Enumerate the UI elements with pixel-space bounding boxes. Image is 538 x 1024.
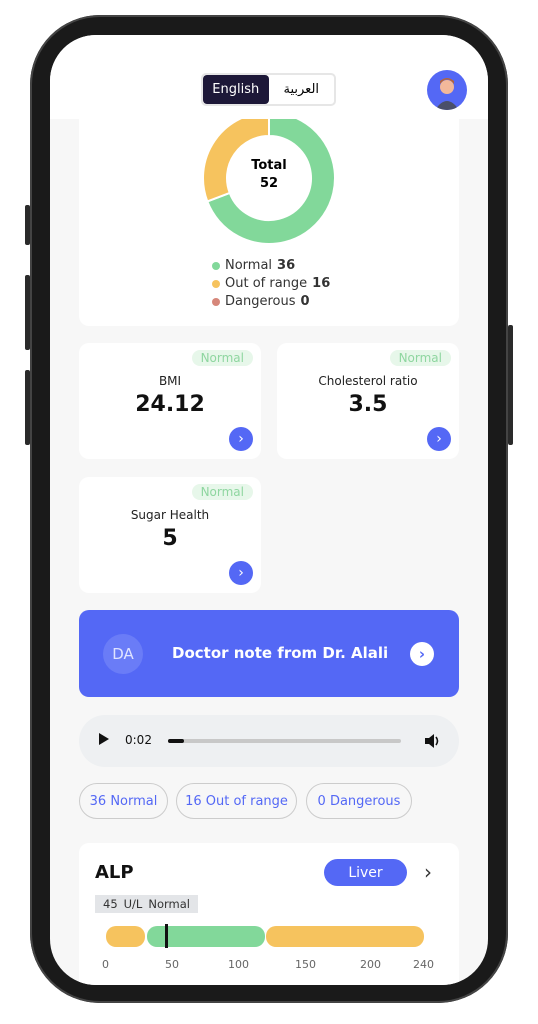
legend-value: 36 [277, 258, 296, 273]
range-low-segment [106, 926, 145, 947]
phone-button [25, 370, 30, 445]
phone-button [25, 275, 30, 350]
test-unit: U/L [123, 897, 143, 911]
filter-label: Dangerous [329, 793, 401, 809]
legend-label: Dangerous [225, 294, 296, 309]
lang-english-button[interactable]: English [203, 75, 269, 104]
legend-dot [212, 297, 220, 306]
metric-label: Sugar Health [130, 508, 210, 522]
audio-player: 0:02 [79, 715, 459, 767]
filter-normal[interactable]: 36 Normal [79, 783, 168, 819]
test-name: ALP [95, 862, 134, 883]
status-badge: Normal [191, 484, 253, 500]
chevron-right-icon[interactable]: › [424, 860, 432, 884]
filter-out-of-range[interactable]: 16 Out of range [176, 783, 297, 819]
avatar[interactable] [427, 70, 467, 110]
legend-value: 0 [300, 294, 310, 309]
metric-label: BMI [158, 374, 182, 388]
filter-dangerous[interactable]: 0 Dangerous [306, 783, 412, 819]
test-value: 45 [103, 897, 118, 911]
tick-label: 50 [165, 958, 179, 971]
lang-arabic-button[interactable]: العربية [269, 75, 335, 104]
test-value-badge: 45 U/L Normal [95, 895, 198, 913]
audio-progress-fill [168, 739, 185, 743]
tick-label: 0 [102, 958, 109, 971]
tick-label: 240 [413, 958, 434, 971]
header: English العربية [50, 35, 488, 119]
chevron-right-icon[interactable]: › [427, 427, 451, 451]
tick-label: 200 [360, 958, 381, 971]
filter-label: Normal [110, 793, 158, 809]
status-badge: Normal [389, 350, 451, 366]
legend-dot [212, 261, 220, 270]
legend-out-of-range: Out of range 16 [212, 276, 330, 291]
doctor-initials-avatar: DA [103, 634, 143, 674]
category-badge[interactable]: Liver [324, 859, 407, 886]
tick-label: 150 [295, 958, 316, 971]
chevron-right-icon[interactable]: › [229, 427, 253, 451]
app-screen: English العربية Total 52 Normal 36 Out of… [50, 35, 488, 985]
metric-value: 24.12 [135, 392, 205, 417]
legend-value: 16 [312, 276, 331, 291]
volume-icon[interactable] [423, 732, 441, 750]
metric-card-cholesterol[interactable]: Normal Cholesterol ratio 3.5 › [277, 343, 459, 459]
legend-normal: Normal 36 [212, 258, 295, 273]
tick-label: 100 [228, 958, 249, 971]
metric-card-bmi[interactable]: Normal BMI 24.12 › [79, 343, 261, 459]
test-status: Normal [148, 897, 190, 911]
doctor-note-card[interactable]: DA Doctor note from Dr. Alali › [79, 610, 459, 697]
legend-dot [212, 279, 220, 288]
language-toggle: English العربية [201, 73, 336, 106]
legend-label: Normal [225, 258, 273, 273]
audio-time: 0:02 [125, 733, 152, 747]
phone-button [508, 325, 513, 445]
filter-count: 16 [185, 793, 202, 809]
status-badge: Normal [191, 350, 253, 366]
legend-dangerous: Dangerous 0 [212, 294, 310, 309]
phone-button [25, 205, 30, 245]
filter-count: 0 [317, 793, 326, 809]
audio-progress-bar[interactable] [168, 739, 401, 743]
chevron-right-icon[interactable]: › [229, 561, 253, 585]
filter-label: Out of range [205, 793, 288, 809]
chevron-right-icon[interactable]: › [410, 642, 434, 666]
legend-label: Out of range [225, 276, 308, 291]
total-value: 52 [259, 176, 279, 191]
play-icon[interactable] [99, 733, 109, 745]
filter-count: 36 [89, 793, 107, 809]
metric-value: 3.5 [348, 392, 388, 417]
value-marker [164, 924, 168, 948]
test-card-alp[interactable]: ALP Liver › 45 U/L Normal [79, 843, 459, 985]
range-high-segment [266, 926, 424, 947]
metric-label: Cholesterol ratio [318, 374, 418, 388]
total-label: Total [251, 158, 287, 173]
doctor-note-text: Doctor note from Dr. Alali [172, 644, 389, 662]
metric-card-sugar[interactable]: Normal Sugar Health 5 › [79, 477, 261, 593]
avatar-icon [435, 78, 459, 110]
metric-value: 5 [162, 526, 178, 551]
